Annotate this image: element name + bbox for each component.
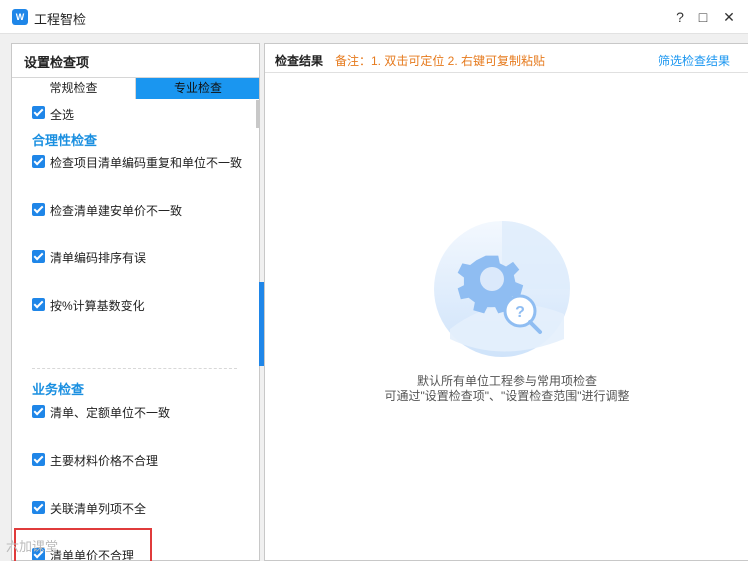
title-bar: W 工程智检 ? □ ✕ (0, 0, 748, 34)
select-all-label: 全选 (50, 108, 75, 122)
check-item-label: 清单、定额单位不一致 (50, 406, 171, 420)
section-title-business: 业务检查 (32, 382, 85, 397)
section-title-rationality: 合理性检查 (32, 133, 98, 148)
results-panel: 检查结果 备注：1. 双击可定位 2. 右键可复制粘贴 筛选检查结果 ? 默认所… (264, 43, 748, 561)
results-title: 检查结果 (275, 54, 324, 68)
check-type-tabs: 常规检查 专业检查 (12, 77, 259, 99)
results-header: 检查结果 备注：1. 双击可定位 2. 右键可复制粘贴 筛选检查结果 (265, 44, 748, 73)
check-item-label: 按%计算基数变化 (50, 299, 145, 313)
filter-results-link[interactable]: 筛选检查结果 (658, 52, 730, 69)
maximize-icon[interactable]: □ (692, 6, 714, 28)
check-item-label: 关联清单列项不全 (50, 502, 147, 516)
help-icon[interactable]: ? (669, 6, 691, 28)
tab-regular-check[interactable]: 常规检查 (12, 78, 136, 99)
empty-state-line2: 可通过"设置检查项"、"设置检查范围"进行调整 (384, 389, 630, 403)
check-item-checkbox[interactable] (32, 453, 45, 466)
results-note: 备注：1. 双击可定位 2. 右键可复制粘贴 (335, 54, 546, 68)
app-logo-icon: W (12, 9, 28, 25)
check-item-label: 主要材料价格不合理 (50, 454, 159, 468)
window-title: 工程智检 (34, 12, 87, 27)
check-item-label: 检查项目清单编码重复和单位不一致 (50, 156, 243, 170)
check-item-checkbox[interactable] (32, 298, 45, 311)
check-item-label: 清单编码排序有误 (50, 251, 147, 265)
section-divider (32, 368, 237, 369)
select-all-checkbox[interactable] (32, 106, 45, 119)
panel-title: 设置检查项 (24, 55, 90, 70)
scrollbar-thumb[interactable] (256, 100, 259, 128)
check-item-checkbox[interactable] (32, 250, 45, 263)
check-item-checkbox[interactable] (32, 405, 45, 418)
tab-professional-check[interactable]: 专业检查 (136, 78, 259, 99)
check-item-label: 检查清单建安单价不一致 (50, 204, 183, 218)
check-item-checkbox[interactable] (32, 203, 45, 216)
watermark: 六加课堂 (6, 539, 59, 554)
check-item-checkbox[interactable] (32, 155, 45, 168)
settings-panel: 设置检查项 常规检查 专业检查 全选 合理性检查 检查项目清单编码重复和单位不一… (11, 43, 260, 561)
check-item-checkbox[interactable] (32, 501, 45, 514)
close-icon[interactable]: ✕ (718, 6, 740, 28)
empty-state-gear-search-icon: ? (434, 221, 570, 357)
svg-text:?: ? (515, 304, 525, 321)
